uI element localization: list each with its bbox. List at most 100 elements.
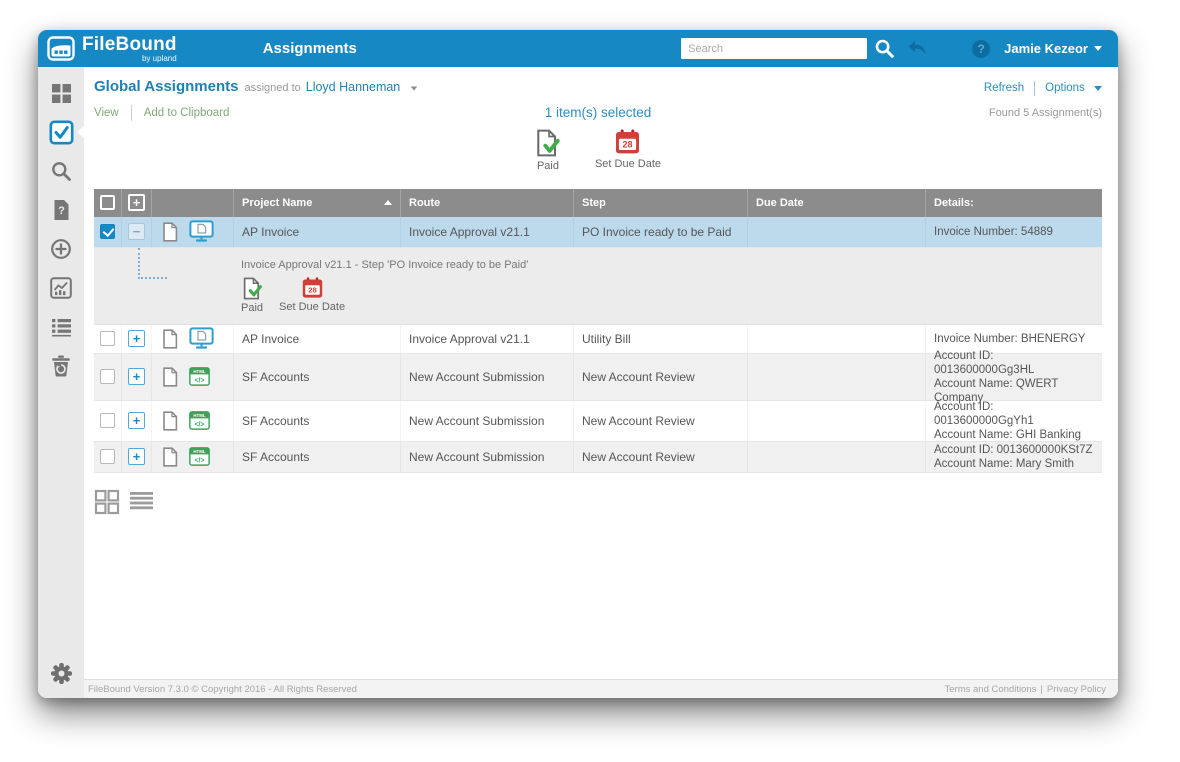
document-icon[interactable] bbox=[162, 447, 178, 467]
html-file-icon[interactable]: HTML </> bbox=[189, 411, 210, 430]
document-icon[interactable] bbox=[162, 411, 178, 431]
details-line: Account ID: 0013600000Gg3HL bbox=[934, 349, 1094, 377]
help-icon[interactable] bbox=[972, 40, 990, 58]
row-checkbox[interactable] bbox=[100, 413, 115, 428]
grid-view-toggle[interactable] bbox=[94, 489, 120, 515]
brand-text: FileBound by upland bbox=[82, 35, 177, 63]
cell-details: Account ID: 0013600000GgYh1 Account Name… bbox=[926, 401, 1102, 441]
expand-row-icon[interactable] bbox=[128, 368, 145, 385]
undo-arrow-icon[interactable] bbox=[907, 40, 928, 57]
code-glyph: </> bbox=[195, 377, 205, 384]
cell-project: SF Accounts bbox=[234, 442, 401, 472]
paid-action-button[interactable]: Paid bbox=[241, 277, 263, 314]
header-icons-cell bbox=[152, 189, 234, 217]
search-input[interactable] bbox=[681, 38, 867, 59]
details-line: Account Name: Mary Smith bbox=[934, 457, 1074, 471]
expand-row-icon[interactable] bbox=[128, 412, 145, 429]
list-view-icon bbox=[129, 490, 154, 514]
viewer-monitor-icon[interactable] bbox=[189, 220, 214, 243]
table-row: HTML </> SF Accounts New Account Submiss… bbox=[94, 442, 1102, 473]
row-checkbox[interactable] bbox=[100, 331, 115, 346]
page-title: Assignments bbox=[263, 40, 357, 57]
paid-action-button[interactable]: Paid bbox=[535, 129, 561, 181]
set-due-date-action-button[interactable]: 28 Set Due Date bbox=[595, 129, 661, 181]
sidebar-item-dashboard[interactable] bbox=[46, 78, 76, 108]
row-icons-cell bbox=[152, 217, 234, 247]
sidebar-item-settings[interactable] bbox=[46, 658, 76, 688]
calendar-icon: 28 bbox=[302, 277, 323, 299]
row-check-cell bbox=[94, 354, 122, 400]
toolbar-center: 1 item(s) selected bbox=[430, 105, 766, 120]
document-icon[interactable] bbox=[162, 222, 178, 242]
html-file-icon[interactable]: HTML </> bbox=[189, 367, 210, 386]
select-all-checkbox[interactable] bbox=[100, 195, 115, 210]
sidebar-item-document-help[interactable]: ? bbox=[46, 195, 76, 225]
collapse-row-icon[interactable] bbox=[128, 223, 145, 240]
set-due-date-action-button[interactable]: 28 Set Due Date bbox=[279, 277, 345, 314]
brand-subtitle: by upland bbox=[82, 55, 177, 63]
paid-document-check-icon bbox=[535, 129, 561, 157]
calendar-icon: 28 bbox=[615, 129, 640, 155]
code-glyph: </> bbox=[195, 457, 205, 464]
list-icon bbox=[51, 318, 72, 337]
expanded-row-panel: Invoice Approval v21.1 - Step 'PO Invoic… bbox=[94, 248, 1102, 325]
header-route[interactable]: Route bbox=[401, 189, 574, 217]
list-view-toggle[interactable] bbox=[129, 489, 154, 515]
sidebar-item-lists[interactable] bbox=[46, 312, 76, 342]
add-to-clipboard-button[interactable]: Add to Clipboard bbox=[144, 107, 230, 119]
sidebar-item-reports[interactable] bbox=[46, 273, 76, 303]
options-button[interactable]: Options bbox=[1045, 82, 1102, 94]
header-details[interactable]: Details: bbox=[926, 189, 1102, 217]
header-due-date[interactable]: Due Date bbox=[748, 189, 926, 217]
add-circle-icon bbox=[50, 238, 72, 260]
cell-due-date bbox=[748, 401, 926, 441]
expand-row-icon[interactable] bbox=[128, 448, 145, 465]
header-step[interactable]: Step bbox=[574, 189, 748, 217]
document-icon[interactable] bbox=[162, 329, 178, 349]
cell-step: Utility Bill bbox=[574, 325, 748, 353]
refresh-button[interactable]: Refresh bbox=[984, 82, 1024, 94]
row-expand-cell bbox=[122, 401, 152, 441]
paid-document-check-icon bbox=[242, 277, 263, 300]
details-line: Invoice Number: BHENERGY bbox=[934, 332, 1085, 346]
expand-all-icon[interactable] bbox=[128, 194, 145, 211]
selected-count-text: 1 item(s) selected bbox=[545, 105, 652, 120]
assignee-dropdown[interactable]: Lloyd Hanneman bbox=[306, 80, 418, 94]
expand-row-icon[interactable] bbox=[128, 330, 145, 347]
assignee-name: Lloyd Hanneman bbox=[306, 80, 401, 94]
sidebar-item-assignments[interactable] bbox=[46, 117, 76, 147]
active-item-notch bbox=[77, 126, 84, 138]
sidebar-item-add[interactable] bbox=[46, 234, 76, 264]
filebound-logo[interactable]: FileBound by upland bbox=[38, 35, 177, 63]
html-file-icon[interactable]: HTML </> bbox=[189, 447, 210, 466]
cell-step: New Account Review bbox=[574, 354, 748, 400]
sidebar-item-recycle-bin[interactable] bbox=[46, 351, 76, 381]
user-menu[interactable]: Jamie Kezeor bbox=[1004, 41, 1102, 56]
terms-link[interactable]: Terms and Conditions bbox=[945, 684, 1037, 695]
sidebar-item-search[interactable] bbox=[46, 156, 76, 186]
row-expand-cell bbox=[122, 217, 152, 247]
document-icon[interactable] bbox=[162, 367, 178, 387]
row-checkbox[interactable] bbox=[100, 369, 115, 384]
view-toggle-group bbox=[94, 489, 1102, 515]
header-project-name[interactable]: Project Name bbox=[234, 189, 401, 217]
tree-connector-line bbox=[138, 248, 167, 279]
paid-label: Paid bbox=[537, 160, 559, 172]
page-header: Global Assignments assigned to Lloyd Han… bbox=[94, 78, 1102, 96]
privacy-link[interactable]: Privacy Policy bbox=[1047, 684, 1106, 695]
body-row: ? bbox=[38, 67, 1118, 698]
cell-route: New Account Submission bbox=[401, 442, 574, 472]
recycle-bin-icon bbox=[51, 355, 71, 377]
divider bbox=[1034, 81, 1035, 96]
row-checkbox-checked[interactable] bbox=[100, 224, 115, 239]
row-checkbox[interactable] bbox=[100, 449, 115, 464]
search-icon[interactable] bbox=[874, 38, 895, 59]
view-button[interactable]: View bbox=[94, 107, 119, 119]
search-icon bbox=[50, 160, 72, 182]
toolbar-row: View Add to Clipboard 1 item(s) selected… bbox=[94, 105, 1102, 121]
table-row: HTML </> SF Accounts New Account Submiss… bbox=[94, 401, 1102, 442]
top-navigation-bar: FileBound by upland Assignments bbox=[38, 30, 1118, 67]
toolbar-right: Found 5 Assignment(s) bbox=[766, 107, 1102, 119]
viewer-monitor-icon[interactable] bbox=[189, 327, 214, 350]
expanded-actions: Paid 28 bbox=[241, 277, 528, 314]
